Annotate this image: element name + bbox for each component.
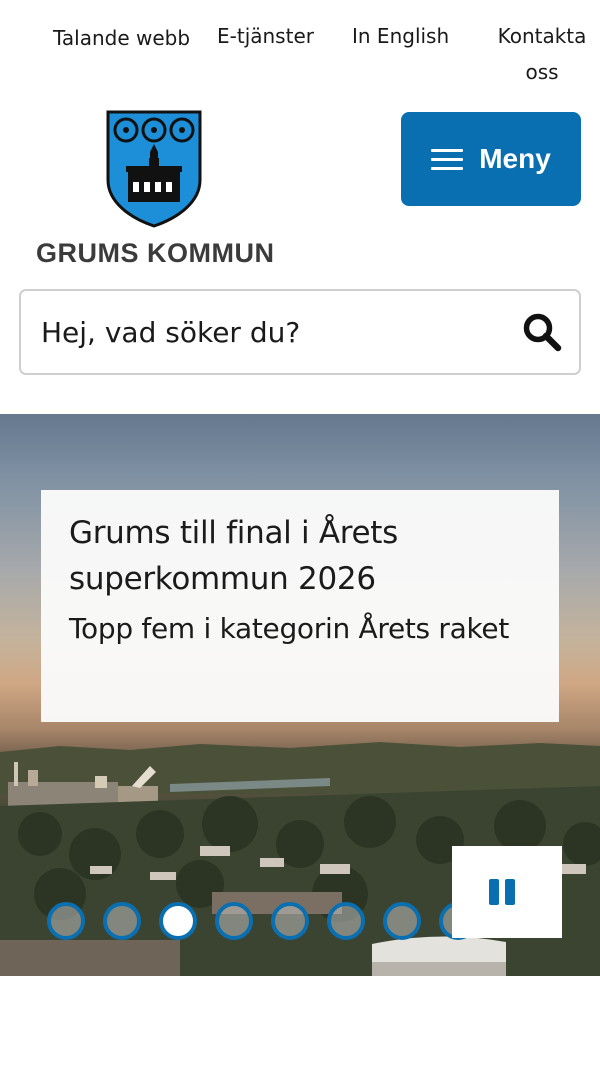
menu-button[interactable]: Meny [401,112,581,206]
slide-dot-7[interactable] [383,902,421,940]
slide-dot-5[interactable] [271,902,309,940]
hero-title[interactable]: Grums till final i Årets superkommun 202… [69,510,531,602]
menu-label: Meny [479,143,551,174]
in-english-link[interactable]: In English [352,18,449,54]
slide-dot-6[interactable] [327,902,365,940]
slide-dot-1[interactable] [47,902,85,940]
kontakta-oss-line2: oss [525,60,559,84]
hero-caption[interactable]: Grums till final i Årets superkommun 202… [41,490,559,722]
kontakta-oss-link[interactable]: Kontakta oss [487,18,597,90]
slide-dot-2[interactable] [103,902,141,940]
talande-webb-link[interactable]: Talande webb [53,20,190,56]
hero-subtitle: Topp fem i kategorin Årets raket [69,612,510,645]
pause-button[interactable] [452,846,562,938]
search-box [19,289,581,375]
slide-dot-4[interactable] [215,902,253,940]
hero-slideshow: Grums till final i Årets superkommun 202… [0,414,600,976]
search-input[interactable] [39,305,509,359]
utility-nav: Talande webb E-tjänster In English Konta… [0,0,600,95]
kontakta-oss-line1: Kontakta [497,24,587,48]
hamburger-icon [431,147,465,171]
home-logo-link[interactable]: GRUMS KOMMUN [36,110,276,275]
logo-text: GRUMS KOMMUN [36,238,275,268]
e-tjanster-link[interactable]: E-tjänster [217,18,314,54]
search-icon[interactable] [521,311,563,353]
coat-of-arms-icon [106,110,202,228]
slide-dot-3[interactable] [159,902,197,940]
